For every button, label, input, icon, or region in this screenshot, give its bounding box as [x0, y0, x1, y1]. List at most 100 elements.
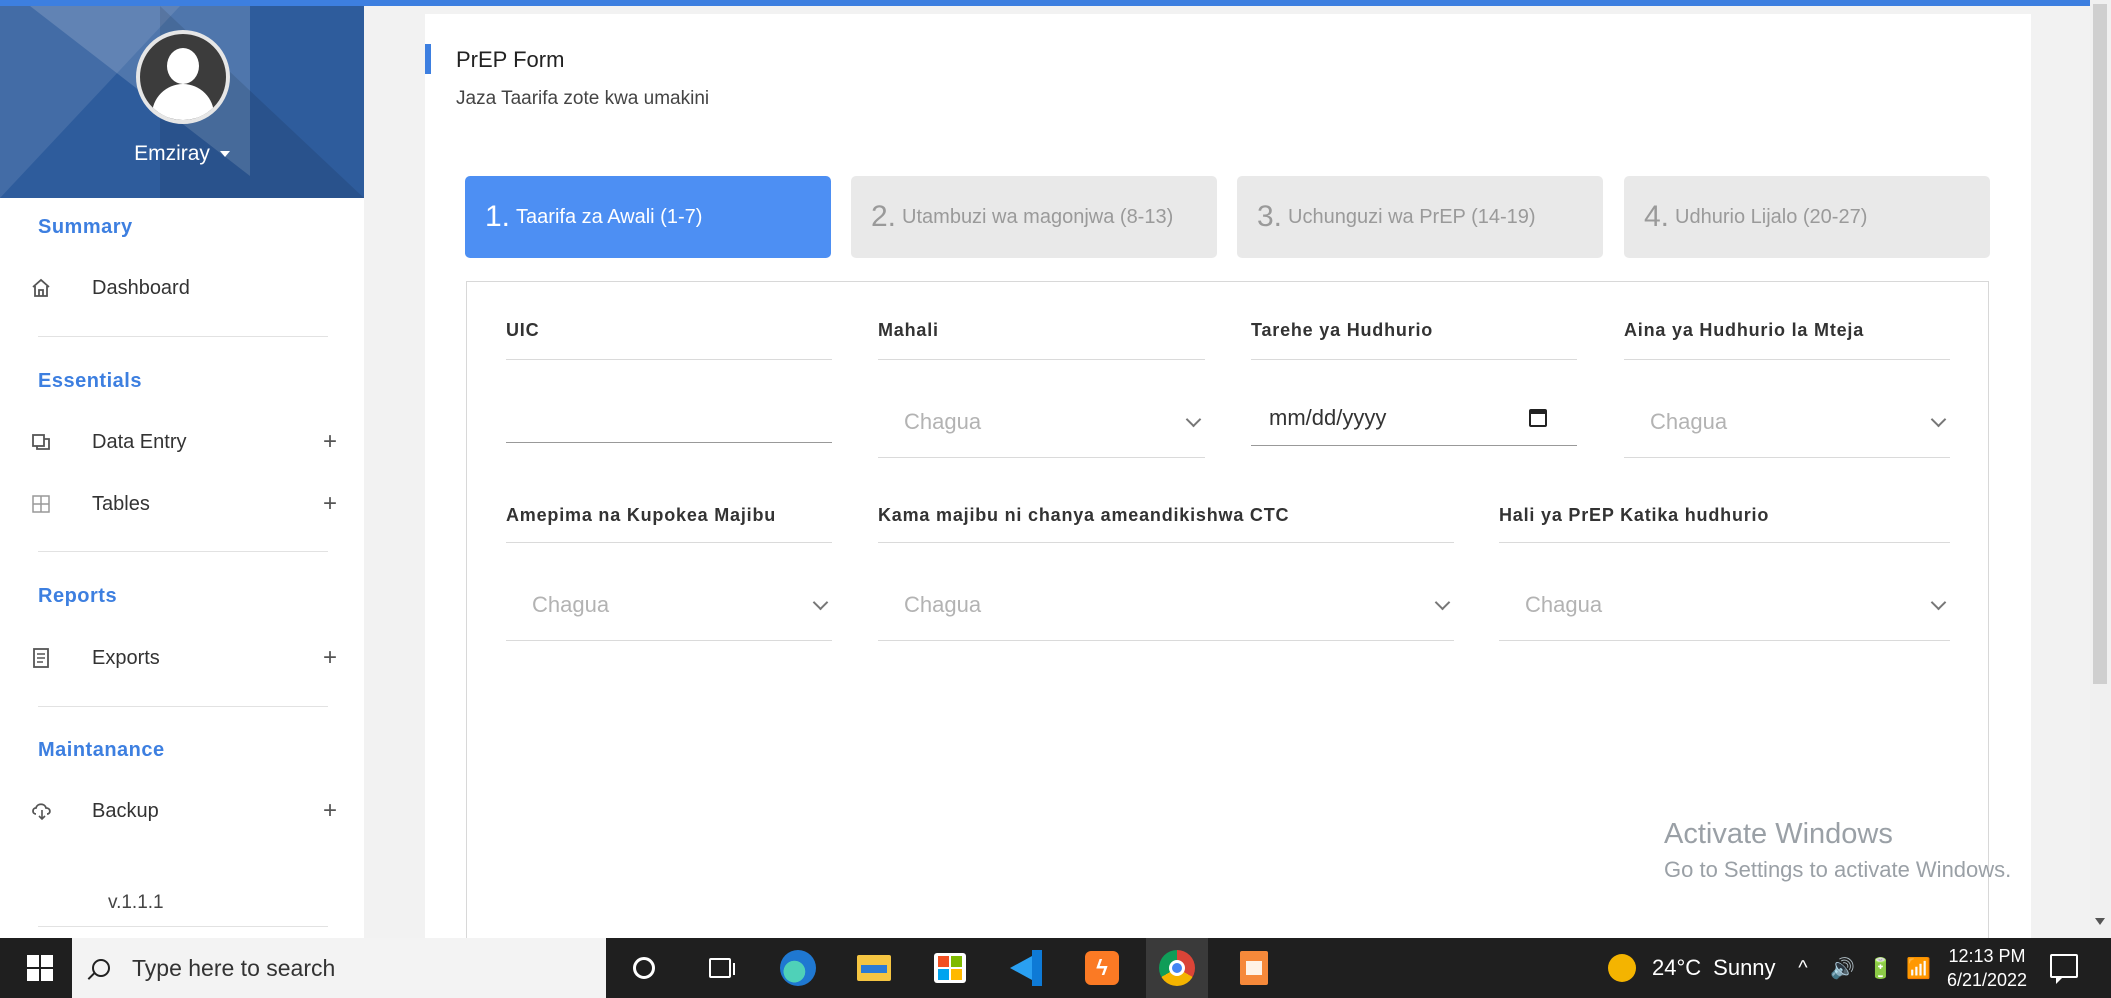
- username: Emziray: [134, 142, 210, 165]
- aina-value: Chagua: [1650, 409, 1728, 434]
- weather-widget[interactable]: 24°C Sunny: [1608, 938, 1776, 998]
- hali-select[interactable]: Chagua: [1499, 583, 1950, 627]
- form-header: PrEP Form Jaza Taarifa zote kwa umakini: [425, 14, 2031, 144]
- edge-icon[interactable]: [778, 948, 818, 988]
- taskbar-clock[interactable]: 12:13 PM 6/21/2022: [1942, 944, 2032, 992]
- step-label: Uchunguzi wa PrEP (14-19): [1288, 205, 1536, 228]
- section-title-reports: Reports: [38, 585, 118, 607]
- weather-condition: Sunny: [1713, 955, 1776, 980]
- home-icon: [30, 275, 64, 301]
- chevron-down-icon: [1434, 594, 1451, 611]
- battery-icon[interactable]: 🔋: [1868, 956, 1893, 981]
- sidebar-item-label: Data Entry: [92, 430, 187, 453]
- scroll-down-arrow-icon[interactable]: [2095, 918, 2105, 925]
- amepima-value: Chagua: [532, 592, 610, 617]
- page-scrollbar[interactable]: [2090, 0, 2111, 938]
- date-placeholder: mm/dd/yyyy: [1269, 405, 1387, 430]
- sidebar-item-tables[interactable]: Tables +: [30, 484, 340, 524]
- step-number: 3.: [1257, 200, 1283, 233]
- section-title-maintanance: Maintanance: [38, 739, 165, 761]
- section-title-summary: Summary: [38, 216, 133, 238]
- amepima-select[interactable]: Chagua: [506, 583, 832, 627]
- aina-select[interactable]: Chagua: [1624, 400, 1950, 444]
- app-version: v.1.1.1: [108, 892, 164, 913]
- document-app-icon[interactable]: [1234, 948, 1274, 988]
- clock-date: 6/21/2022: [1946, 970, 2028, 990]
- document-icon: [30, 645, 64, 671]
- user-menu[interactable]: Emziray: [0, 142, 364, 166]
- step-label: Utambuzi wa magonjwa (8-13): [902, 205, 1174, 228]
- aina-label: Aina ya Hudhurio la Mteja: [1624, 320, 1865, 340]
- expand-icon[interactable]: +: [320, 644, 340, 672]
- file-explorer-icon[interactable]: [854, 948, 894, 988]
- step-label: Udhurio Lijalo (20-27): [1675, 205, 1868, 228]
- chevron-down-icon: [812, 594, 829, 611]
- step-label: Taarifa za Awali (1-7): [516, 205, 703, 228]
- tab-step-2[interactable]: 2. Utambuzi wa magonjwa (8-13): [851, 176, 1217, 258]
- kama-select[interactable]: Chagua: [878, 583, 1454, 627]
- start-button[interactable]: [12, 950, 68, 986]
- page-title: PrEP Form: [456, 47, 565, 72]
- avatar[interactable]: [136, 30, 230, 124]
- task-view-icon[interactable]: [700, 948, 740, 988]
- step-number: 2.: [871, 200, 897, 233]
- uic-input[interactable]: [506, 398, 832, 442]
- sidebar-item-label: Backup: [92, 799, 159, 822]
- sidebar: Emziray Summary Dashboard Essentials Dat…: [0, 6, 364, 938]
- notification-icon[interactable]: [2050, 954, 2078, 984]
- mahali-select[interactable]: Chagua: [878, 400, 1205, 444]
- step-number: 4.: [1644, 200, 1670, 233]
- weather-temp: 24°C: [1652, 955, 1702, 980]
- search-placeholder: Type here to search: [132, 954, 336, 981]
- mahali-value: Chagua: [904, 409, 982, 434]
- sidebar-item-data-entry[interactable]: Data Entry +: [30, 422, 340, 462]
- kama-value: Chagua: [904, 592, 982, 617]
- xampp-icon[interactable]: ϟ: [1082, 948, 1122, 988]
- sidebar-item-exports[interactable]: Exports +: [30, 638, 340, 678]
- section-title-essentials: Essentials: [38, 370, 142, 392]
- step-number: 1.: [485, 200, 511, 233]
- chrome-icon[interactable]: [1146, 938, 1208, 998]
- tab-step-1[interactable]: 1. Taarifa za Awali (1-7): [465, 176, 831, 258]
- search-icon: [92, 959, 110, 977]
- clock-time: 12:13 PM: [1948, 946, 2026, 966]
- sidebar-item-dashboard[interactable]: Dashboard: [30, 268, 340, 308]
- hali-label: Hali ya PrEP Katika hudhurio: [1499, 505, 1770, 525]
- caret-down-icon: [219, 151, 230, 158]
- profile-header: Emziray: [0, 6, 364, 198]
- tab-step-4[interactable]: 4. Udhurio Lijalo (20-27): [1624, 176, 1990, 258]
- tarehe-date-input[interactable]: mm/dd/yyyy: [1251, 396, 1577, 440]
- system-tray: ^ 🔊 🔋 📶: [1792, 938, 1931, 998]
- chevron-down-icon: [1930, 411, 1947, 428]
- activate-windows-watermark: Activate Windows Go to Settings to activ…: [1664, 818, 2011, 883]
- watermark-title: Activate Windows: [1664, 818, 1893, 850]
- sun-icon: [1608, 954, 1636, 982]
- taskbar-search-box[interactable]: Type here to search: [72, 938, 606, 998]
- expand-icon[interactable]: +: [320, 490, 340, 518]
- divider: [38, 706, 328, 707]
- hali-value: Chagua: [1525, 592, 1603, 617]
- kama-label: Kama majibu ni chanya ameandikishwa CTC: [878, 505, 1290, 525]
- tab-step-3[interactable]: 3. Uchunguzi wa PrEP (14-19): [1237, 176, 1603, 258]
- expand-icon[interactable]: +: [320, 428, 340, 456]
- wifi-icon[interactable]: 📶: [1906, 956, 1931, 981]
- page-subtitle: Jaza Taarifa zote kwa umakini: [456, 88, 710, 109]
- cortana-icon[interactable]: [624, 948, 664, 988]
- uic-label: UIC: [506, 320, 540, 340]
- expand-icon[interactable]: +: [320, 797, 340, 825]
- tarehe-label: Tarehe ya Hudhurio: [1251, 320, 1434, 340]
- store-icon[interactable]: [930, 948, 970, 988]
- volume-icon[interactable]: 🔊: [1830, 956, 1855, 981]
- header-accent-bar: [425, 44, 431, 74]
- mahali-label: Mahali: [878, 320, 939, 340]
- divider: [38, 551, 328, 552]
- windows-taskbar: Type here to search ϟ 24°C Sunny ^ 🔊 🔋 📶…: [0, 938, 2111, 998]
- vscode-icon[interactable]: [1006, 948, 1046, 988]
- chevron-up-icon[interactable]: ^: [1792, 957, 1814, 980]
- scrollbar-thumb[interactable]: [2093, 4, 2107, 684]
- sidebar-item-label: Dashboard: [92, 276, 190, 299]
- calendar-icon[interactable]: [1529, 409, 1547, 427]
- sidebar-item-backup[interactable]: Backup +: [30, 791, 340, 831]
- sidebar-item-label: Exports: [92, 646, 160, 669]
- chevron-down-icon: [1930, 594, 1947, 611]
